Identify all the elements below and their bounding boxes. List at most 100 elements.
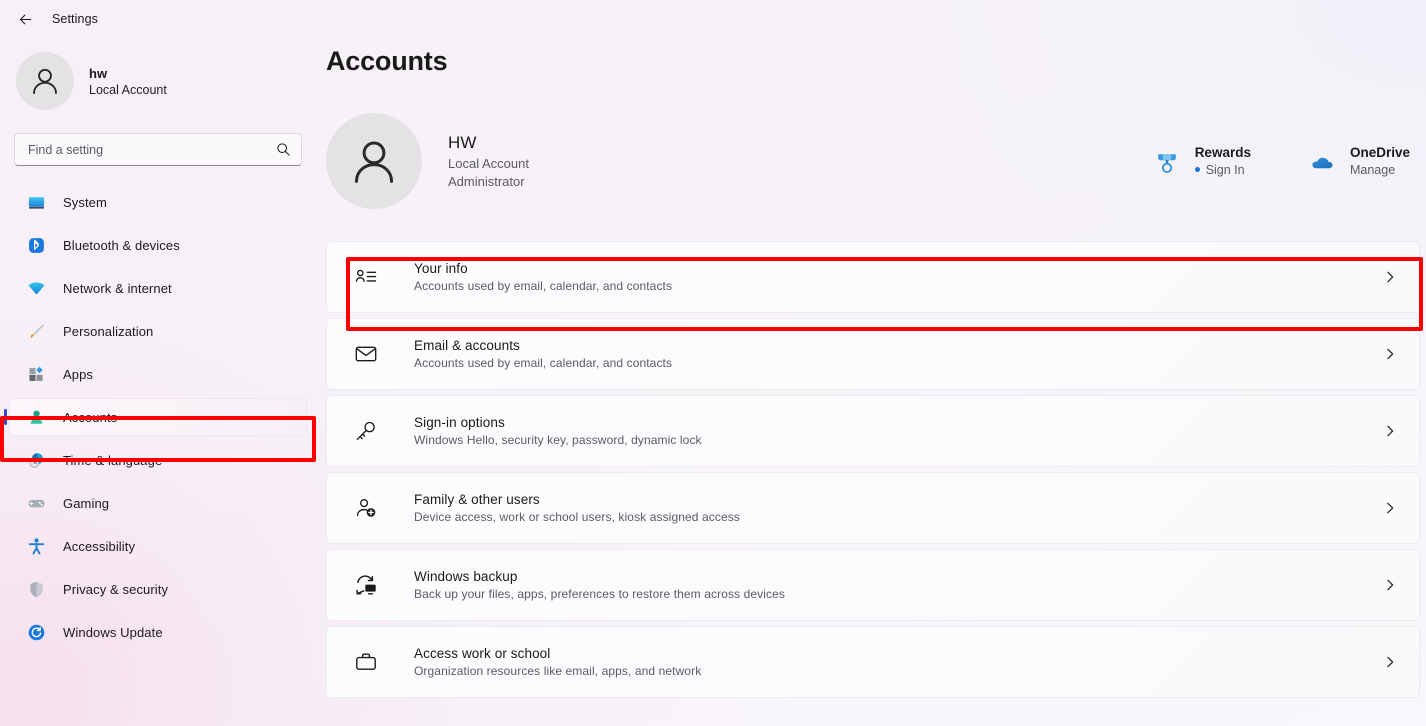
briefcase-icon	[351, 647, 381, 677]
search-icon	[276, 142, 291, 157]
sidebar-item-label: Accounts	[63, 409, 118, 425]
sidebar-item-personalization[interactable]: Personalization	[10, 313, 306, 349]
sidebar-account-text: hw Local Account	[89, 66, 167, 97]
shield-icon	[26, 579, 47, 600]
card-text: Your info Accounts used by email, calend…	[414, 261, 672, 293]
apps-icon	[26, 364, 47, 385]
window-title: Settings	[52, 12, 98, 26]
chevron-right-icon[interactable]	[1383, 655, 1397, 669]
services-group: Rewards Sign In OneDrive Manage	[1152, 145, 1416, 178]
person-icon	[354, 141, 394, 183]
card-text: Sign-in options Windows Hello, security …	[414, 415, 702, 447]
onedrive-cloud-icon	[1307, 148, 1337, 178]
backup-sync-icon	[351, 570, 381, 600]
sidebar-item-apps[interactable]: Apps	[10, 356, 306, 392]
settings-card-email-accounts[interactable]: Email & accounts Accounts used by email,…	[326, 318, 1420, 390]
clock-globe-icon	[26, 450, 47, 471]
service-subtitle-text: Sign In	[1205, 162, 1245, 177]
card-title: Access work or school	[414, 646, 551, 661]
chevron-right-icon[interactable]	[1383, 501, 1397, 515]
sidebar-item-label: Privacy & security	[63, 581, 169, 597]
sidebar-item-accessibility[interactable]: Accessibility	[10, 528, 306, 564]
search-box[interactable]	[14, 133, 302, 166]
status-dot-icon	[1194, 167, 1200, 172]
settings-card-windows-backup[interactable]: Windows backup Back up your files, apps,…	[326, 549, 1420, 621]
card-subtitle: Accounts used by email, calendar, and co…	[414, 356, 673, 370]
your-info-icon	[351, 262, 381, 292]
card-text: Family & other users Device access, work…	[414, 492, 740, 524]
profile-header: HW Local Account Administrator Rewards S…	[320, 113, 1426, 209]
search-wrapper	[0, 110, 320, 166]
card-title: Windows backup	[414, 569, 518, 584]
sidebar-item-system[interactable]: System	[10, 184, 306, 220]
key-icon	[351, 416, 381, 446]
sidebar-item-label: System	[63, 194, 107, 210]
envelope-icon	[351, 339, 381, 369]
card-subtitle: Device access, work or school users, kio…	[414, 510, 740, 524]
sidebar-item-bluetooth-devices[interactable]: Bluetooth & devices	[10, 227, 306, 263]
chevron-right-icon[interactable]	[1383, 424, 1397, 438]
card-title: Your info	[414, 261, 468, 276]
chevron-right-icon[interactable]	[1383, 270, 1397, 284]
back-arrow-icon	[19, 14, 31, 24]
back-button[interactable]	[12, 6, 38, 32]
service-rewards[interactable]: Rewards Sign In	[1152, 145, 1251, 178]
title-bar: Settings	[0, 0, 320, 38]
card-subtitle: Windows Hello, security key, password, d…	[414, 433, 702, 447]
settings-card-access-work-school[interactable]: Access work or school Organization resou…	[326, 626, 1420, 698]
sidebar-account-block[interactable]: hw Local Account	[0, 38, 320, 110]
service-title: Rewards	[1194, 144, 1251, 160]
sidebar-item-windows-update[interactable]: Windows Update	[10, 614, 306, 650]
settings-card-signin-options[interactable]: Sign-in options Windows Hello, security …	[326, 395, 1420, 467]
sidebar-item-label: Windows Update	[63, 624, 163, 640]
settings-card-family-other-users[interactable]: Family & other users Device access, work…	[326, 472, 1420, 544]
sidebar-item-gaming[interactable]: Gaming	[10, 485, 306, 521]
service-text: OneDrive Manage	[1350, 145, 1410, 177]
service-subtitle: Manage	[1350, 163, 1410, 177]
card-title: Sign-in options	[414, 415, 505, 430]
sidebar-item-network-internet[interactable]: Network & internet	[10, 270, 306, 306]
paintbrush-icon	[26, 321, 47, 342]
card-subtitle: Accounts used by email, calendar, and co…	[414, 279, 673, 293]
search-input[interactable]	[28, 142, 268, 157]
page-title: Accounts	[326, 46, 448, 76]
bluetooth-icon	[26, 235, 47, 256]
service-subtitle: Sign In	[1194, 162, 1251, 177]
sidebar-item-privacy-security[interactable]: Privacy & security	[10, 571, 306, 607]
main-content: Accounts HW Local Account Administrator	[320, 0, 1426, 726]
chevron-right-icon[interactable]	[1383, 347, 1397, 361]
person-add-icon	[351, 493, 381, 523]
card-subtitle: Organization resources like email, apps,…	[414, 664, 702, 678]
sidebar-avatar	[16, 52, 74, 110]
sidebar-item-accounts[interactable]: Accounts	[10, 399, 306, 435]
profile-name: HW	[448, 133, 477, 152]
rewards-medal-icon	[1152, 148, 1182, 178]
sidebar-item-label: Personalization	[63, 323, 154, 339]
card-text: Access work or school Organization resou…	[414, 646, 701, 678]
sidebar-account-type: Local Account	[89, 82, 167, 97]
monitor-icon	[26, 192, 47, 213]
settings-card-list: Your info Accounts used by email, calend…	[320, 241, 1426, 698]
person-icon	[33, 68, 57, 95]
update-refresh-icon	[26, 622, 47, 643]
sidebar-item-label: Apps	[63, 366, 94, 382]
chevron-right-icon[interactable]	[1383, 578, 1397, 592]
card-subtitle: Back up your files, apps, preferences to…	[414, 587, 785, 601]
service-subtitle-text: Manage	[1349, 162, 1396, 177]
sidebar-nav: System Bluetooth & devices Network & int…	[0, 184, 320, 657]
profile-account-type: Local Account	[448, 156, 529, 171]
sidebar-item-time-language[interactable]: Time & language	[10, 442, 306, 478]
sidebar-item-label: Time & language	[63, 452, 163, 468]
service-title: OneDrive	[1349, 144, 1410, 160]
service-text: Rewards Sign In	[1194, 144, 1251, 177]
settings-card-your-info[interactable]: Your info Accounts used by email, calend…	[326, 241, 1420, 313]
profile-avatar[interactable]	[326, 113, 422, 209]
service-onedrive[interactable]: OneDrive Manage	[1307, 145, 1410, 178]
profile-role: Administrator	[448, 174, 525, 189]
card-title: Family & other users	[414, 492, 540, 507]
sidebar-item-label: Network & internet	[63, 280, 172, 296]
wifi-icon	[26, 278, 47, 299]
sidebar: Settings hw Local Account Find a setting…	[0, 0, 320, 726]
profile-text: HW Local Account Administrator	[448, 133, 529, 189]
gamepad-icon	[26, 493, 47, 514]
